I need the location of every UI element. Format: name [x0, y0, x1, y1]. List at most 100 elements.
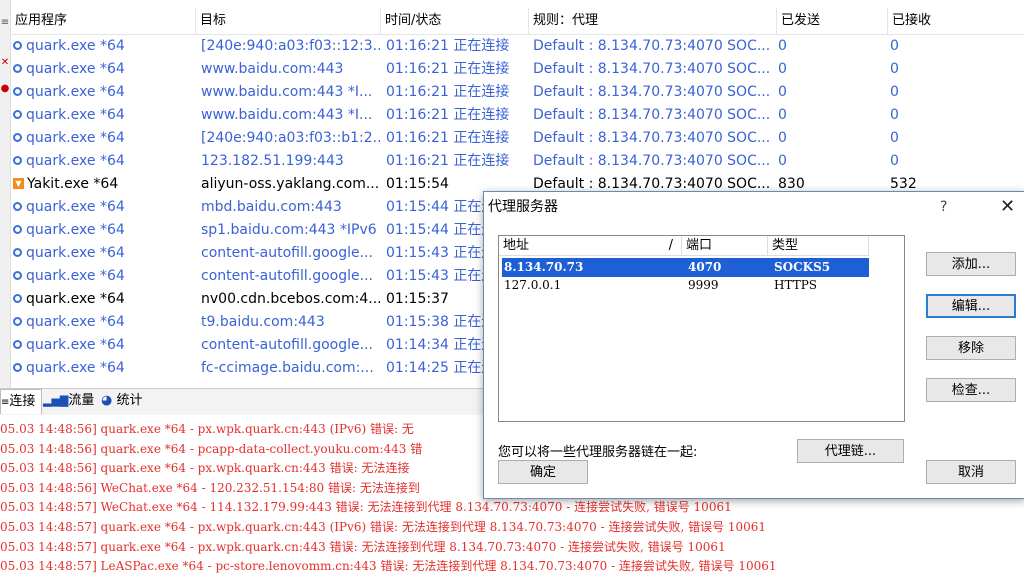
- proxy-row[interactable]: 8.134.70.73 4070 SOCKS5: [502, 258, 869, 277]
- row-target: mbd.baidu.com:443: [201, 199, 342, 215]
- tab-connections[interactable]: ≡连接: [0, 389, 42, 414]
- table-row[interactable]: quark.exe *64 [240e:940:a03:f03::b1:2... 0…: [11, 127, 1024, 150]
- row-app: quark.exe *64: [13, 311, 193, 334]
- yakit-app-icon: ▼: [13, 177, 24, 189]
- tab-connections-label: 连接: [9, 394, 36, 409]
- add-button[interactable]: 添加...: [926, 252, 1016, 276]
- row-app: quark.exe *64: [13, 334, 193, 357]
- row-recv: 0: [890, 84, 899, 100]
- tab-traffic[interactable]: ▂▅▇流量: [43, 389, 94, 413]
- help-icon[interactable]: ?: [940, 192, 947, 222]
- row-app: quark.exe *64: [13, 219, 193, 242]
- col-recv[interactable]: 已接收: [888, 8, 1024, 34]
- row-rule: Default : 8.134.70.73:4070 SOC...: [533, 84, 771, 100]
- col-rule[interactable]: 规则：代理: [529, 8, 777, 34]
- app-name: quark.exe *64: [26, 38, 125, 54]
- cancel-button[interactable]: 取消: [926, 460, 1016, 484]
- row-target: www.baidu.com:443 *I...: [201, 107, 373, 123]
- proxy-list[interactable]: 地址 / 端口 类型 8.134.70.73 4070 SOCKS5 127.0…: [498, 235, 905, 422]
- remove-button[interactable]: 移除: [926, 336, 1016, 360]
- list-col-port[interactable]: 端口: [682, 236, 768, 256]
- app-name: quark.exe *64: [26, 130, 125, 146]
- proxy-port: 4070: [688, 260, 722, 274]
- table-row[interactable]: quark.exe *64 www.baidu.com:443 *I... 01:1…: [11, 81, 1024, 104]
- col-target[interactable]: 目标: [196, 8, 381, 34]
- quark-app-icon: [13, 155, 22, 165]
- row-target: content-autofill.google...: [201, 268, 373, 284]
- table-row[interactable]: quark.exe *64 www.baidu.com:443 01:16:21 正…: [11, 58, 1024, 81]
- bar-chart-icon: ▂▅▇: [43, 394, 69, 407]
- app-name: quark.exe *64: [26, 314, 125, 330]
- proxy-port: 9999: [688, 278, 719, 292]
- row-target: aliyun-oss.yaklang.com...: [201, 176, 380, 192]
- close-icon[interactable]: ✕: [0, 58, 10, 68]
- list-col-address[interactable]: 地址 /: [499, 236, 682, 256]
- row-target: nv00.cdn.bcebos.com:4...: [201, 291, 381, 307]
- tab-stats-label: 统计: [116, 393, 143, 408]
- log-line: 05.03 14:48:57] quark.exe *64 - px.wpk.q…: [0, 539, 726, 554]
- edit-button[interactable]: 编辑...: [926, 294, 1016, 318]
- app-name: Yakit.exe *64: [27, 176, 119, 192]
- row-app: quark.exe *64: [13, 196, 193, 219]
- row-target: [240e:940:a03:f03::12:3...: [201, 38, 381, 54]
- list-col-address-label: 地址: [503, 238, 530, 253]
- row-sent: 0: [778, 130, 787, 146]
- proxy-chain-hint: 您可以将一些代理服务器链在一起:: [498, 445, 698, 460]
- quark-app-icon: [13, 86, 22, 96]
- app-name: quark.exe *64: [26, 61, 125, 77]
- quark-app-icon: [13, 40, 22, 50]
- row-time: 01:16:21 正在连接: [386, 84, 510, 100]
- row-app: quark.exe *64: [13, 58, 193, 81]
- row-time: 01:16:21 正在连接: [386, 38, 510, 54]
- table-row[interactable]: quark.exe *64 123.182.51.199:443 01:16:21 …: [11, 150, 1024, 173]
- dialog-titlebar: 代理服务器 ? ✕: [484, 192, 1024, 222]
- col-time[interactable]: 时间/状态: [381, 8, 529, 34]
- row-time: 01:16:21 正在连接: [386, 107, 510, 123]
- row-time: 01:16:21 正在连接: [386, 153, 510, 169]
- row-target: www.baidu.com:443: [201, 61, 344, 77]
- tab-stats[interactable]: ◕ 统计: [101, 389, 143, 413]
- app-name: quark.exe *64: [26, 107, 125, 123]
- list-col-type[interactable]: 类型: [768, 236, 869, 256]
- row-sent: 0: [778, 107, 787, 123]
- menu-icon[interactable]: ≡: [0, 18, 10, 28]
- check-button[interactable]: 检查...: [926, 378, 1016, 402]
- row-recv: 0: [890, 61, 899, 77]
- row-sent: 0: [778, 61, 787, 77]
- ok-button[interactable]: 确定: [498, 460, 588, 484]
- table-row[interactable]: quark.exe *64 [240e:940:a03:f03::12:3... 0…: [11, 35, 1024, 58]
- table-row[interactable]: quark.exe *64 www.baidu.com:443 *I... 01:1…: [11, 104, 1024, 127]
- sort-indicator: /: [668, 238, 673, 253]
- proxy-chain-button[interactable]: 代理链...: [797, 439, 904, 463]
- app-name: quark.exe *64: [26, 199, 125, 215]
- table-header: 应用程序 目标 时间/状态 规则：代理 已发送 已接收: [11, 8, 1024, 35]
- col-sent[interactable]: 已发送: [777, 8, 888, 34]
- app-name: quark.exe *64: [26, 84, 125, 100]
- row-target: fc-ccimage.baidu.com:...: [201, 360, 374, 376]
- proxy-row[interactable]: 127.0.0.1 9999 HTTPS: [502, 276, 869, 295]
- pie-chart-icon: ◕: [101, 393, 113, 408]
- row-recv: 0: [890, 107, 899, 123]
- row-target: [240e:940:a03:f03::b1:2...: [201, 130, 381, 146]
- quark-app-icon: [13, 63, 22, 73]
- close-icon[interactable]: ✕: [1000, 192, 1015, 222]
- row-recv: 0: [890, 38, 899, 54]
- proxy-address: 8.134.70.73: [504, 260, 584, 274]
- row-app: quark.exe *64: [13, 265, 193, 288]
- quark-app-icon: [13, 132, 22, 142]
- row-app: quark.exe *64: [13, 35, 193, 58]
- quark-app-icon: [13, 316, 22, 326]
- app-name: quark.exe *64: [26, 222, 125, 238]
- log-line: 05.03 14:48:56] WeChat.exe *64 - 120.232…: [0, 480, 420, 495]
- row-target: content-autofill.google...: [201, 245, 373, 261]
- quark-app-icon: [13, 362, 22, 372]
- app-name: quark.exe *64: [26, 245, 125, 261]
- log-line: 05.03 14:48:57] LeASPac.exe *64 - pc-sto…: [0, 559, 777, 574]
- app-name: quark.exe *64: [26, 337, 125, 353]
- col-app[interactable]: 应用程序: [11, 8, 196, 34]
- proxy-type: SOCKS5: [774, 260, 831, 274]
- row-time: 01:16:21 正在连接: [386, 61, 510, 77]
- alert-icon[interactable]: ●: [0, 84, 10, 94]
- quark-app-icon: [13, 109, 22, 119]
- app-name: quark.exe *64: [26, 153, 125, 169]
